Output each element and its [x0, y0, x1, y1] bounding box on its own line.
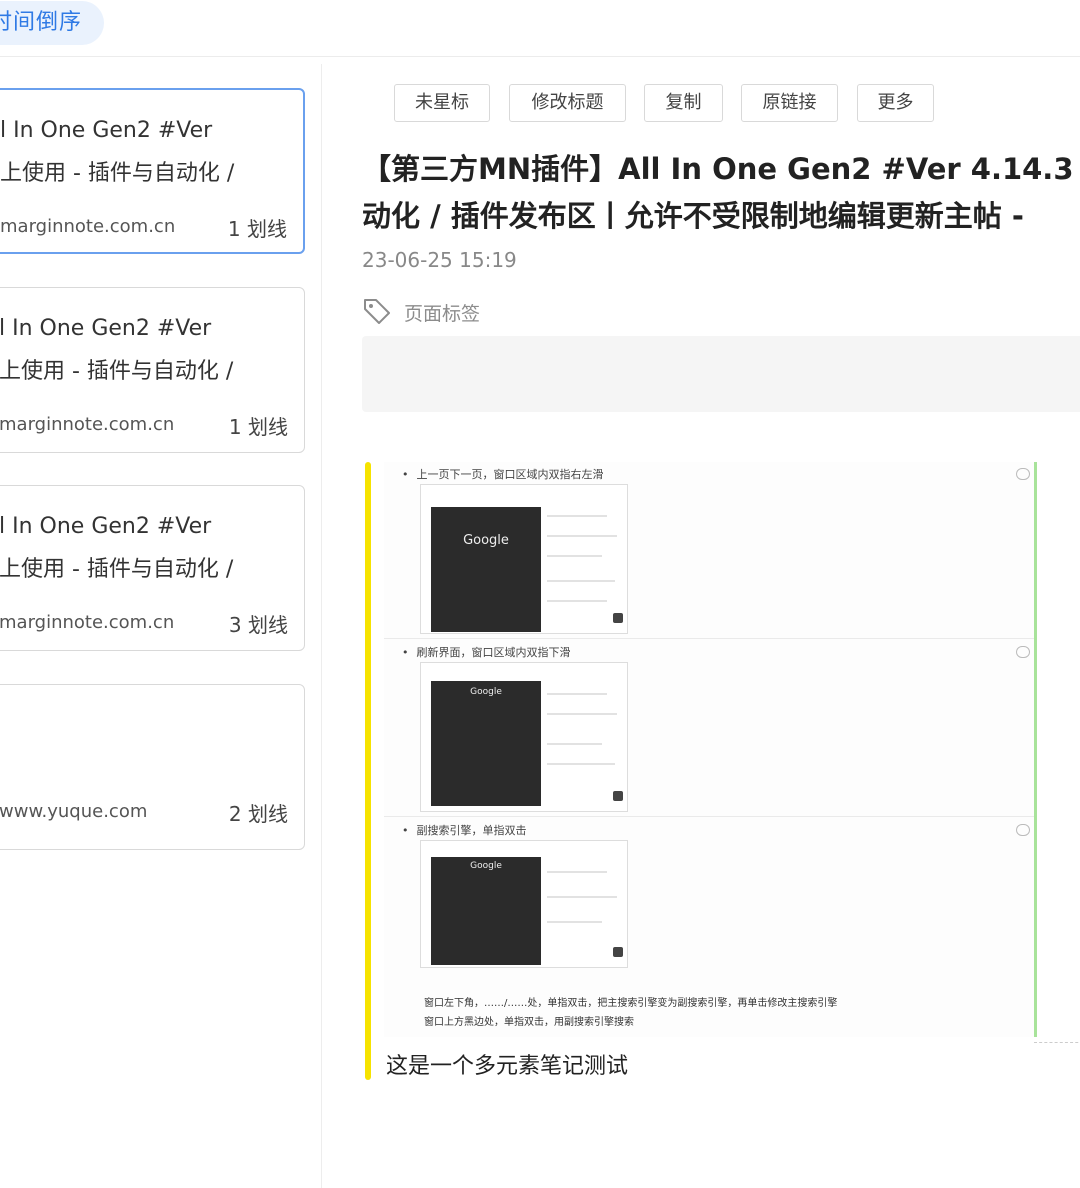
note-image-section: 上一页下一页，窗口区域内双指右左滑 Google	[384, 462, 1034, 639]
clock-icon	[1016, 646, 1030, 658]
screenshot-thumbnail: Google	[420, 484, 628, 634]
google-logo: Google	[470, 861, 502, 871]
section-title: 上一页下一页，窗口区域内双指右左滑	[402, 466, 604, 482]
more-button[interactable]: 更多	[857, 84, 934, 122]
page-tags-box[interactable]	[362, 336, 1080, 412]
card-title-line1: l In One Gen2 #Ver	[0, 118, 213, 143]
edit-title-button[interactable]: 修改标题	[509, 84, 626, 122]
card-highlight-count: 1 划线	[227, 217, 287, 241]
section-title: 刷新界面，窗口区域内双指下滑	[402, 644, 571, 660]
clock-icon	[1016, 824, 1030, 836]
copy-button[interactable]: 复制	[644, 84, 723, 122]
article-title: 【第三方MN插件】All In One Gen2 #Ver 4.14.3 一 动…	[362, 146, 1080, 240]
bookmark-card[interactable]: l In One Gen2 #Ver 上使用 - 插件与自动化 / margin…	[0, 485, 305, 651]
bookmark-card[interactable]: l In One Gen2 #Ver 上使用 - 插件与自动化 / margin…	[0, 88, 305, 254]
card-highlight-count: 2 划线	[228, 802, 288, 826]
highlight-color-bar	[365, 462, 371, 1080]
bookmark-card[interactable]: l In One Gen2 #Ver 上使用 - 插件与自动化 / margin…	[0, 287, 305, 453]
card-domain: marginnote.com.cn	[0, 216, 176, 237]
stop-icon	[613, 947, 623, 957]
stop-icon	[613, 613, 623, 623]
note-caption-line1: 窗口左下角，……/……处，单指双击，把主搜索引擎变为副搜索引擎，再单击修改主搜索…	[424, 998, 838, 1009]
stop-icon	[613, 791, 623, 801]
note-image: 上一页下一页，窗口区域内双指右左滑 Google 刷新界面，窗口区域内双指下滑 …	[384, 462, 1037, 1037]
original-link-button[interactable]: 原链接	[741, 84, 838, 122]
section-title: 副搜索引擎，单指双击	[402, 822, 527, 838]
screenshot-thumbnail: Google	[420, 662, 628, 812]
card-title-line1: l In One Gen2 #Ver	[0, 316, 212, 341]
article-date: 23-06-25 15:19	[362, 248, 517, 272]
google-logo: Google	[463, 533, 509, 548]
screenshot-thumbnail: Google	[420, 840, 628, 968]
pane-divider	[321, 64, 322, 1188]
card-domain: marginnote.com.cn	[0, 612, 175, 633]
card-title-line1: l In One Gen2 #Ver	[0, 514, 212, 539]
note-image-section: 副搜索引擎，单指双击 Google 窗口左下角，……/……处，单指双击，把主搜索…	[384, 818, 1034, 1028]
article-title-line2: 动化 / 插件发布区丨允许不受限制地编辑更新主帖 -	[362, 199, 1024, 233]
note-text: 这是一个多元素笔记测试	[386, 1054, 629, 1079]
bookmark-card[interactable]: www.yuque.com 2 划线	[0, 684, 305, 850]
clock-icon	[1016, 468, 1030, 480]
page-tags-label: 页面标签	[404, 303, 481, 325]
card-domain: www.yuque.com	[0, 801, 148, 822]
unstar-button[interactable]: 未星标	[394, 84, 490, 122]
top-bar: 时间倒序	[0, 0, 1080, 57]
card-title-line2: 上使用 - 插件与自动化 /	[0, 557, 234, 582]
card-title-line2: 上使用 - 插件与自动化 /	[0, 359, 234, 384]
note-divider	[1034, 1042, 1080, 1043]
card-title-line2: 上使用 - 插件与自动化 /	[0, 161, 235, 186]
card-highlight-count: 1 划线	[228, 415, 288, 439]
note-image-section: 刷新界面，窗口区域内双指下滑 Google	[384, 640, 1034, 817]
article-title-line1: 【第三方MN插件】All In One Gen2 #Ver 4.14.3 一	[362, 152, 1080, 186]
card-domain: marginnote.com.cn	[0, 414, 175, 435]
google-logo: Google	[470, 687, 502, 697]
highlight-note[interactable]: 上一页下一页，窗口区域内双指右左滑 Google 刷新界面，窗口区域内双指下滑 …	[362, 462, 1080, 1082]
note-caption-line2: 窗口上方黑边处，单指双击，用副搜索引擎搜索	[424, 1017, 634, 1028]
sort-order-chip[interactable]: 时间倒序	[0, 1, 104, 45]
card-highlight-count: 3 划线	[228, 613, 288, 637]
tag-icon	[364, 299, 390, 324]
